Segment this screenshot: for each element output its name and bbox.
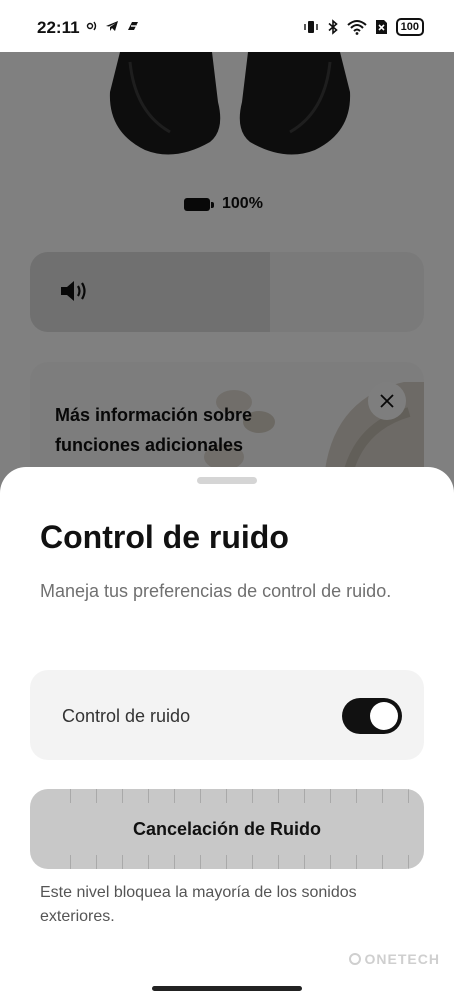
noise-control-toggle-label: Control de ruido — [62, 706, 191, 726]
slider-tick — [278, 789, 279, 803]
system-icons: 100 — [303, 18, 424, 36]
slider-tick — [200, 789, 201, 803]
drag-handle[interactable] — [197, 477, 257, 484]
noise-control-toggle-row[interactable]: Control de ruido — [30, 670, 424, 760]
slider-tick — [356, 855, 357, 869]
slider-tick — [278, 855, 279, 869]
slider-tick — [330, 855, 331, 869]
slider-tick — [382, 789, 383, 803]
slider-tick — [174, 855, 175, 869]
slider-tick — [70, 855, 71, 869]
watermark: ONETECH — [348, 951, 440, 967]
slider-tick — [122, 855, 123, 869]
slider-tick — [408, 789, 409, 803]
slider-tick — [408, 855, 409, 869]
status-time: 22:11 — [37, 18, 80, 37]
slider-tick — [226, 855, 227, 869]
slider-tick — [226, 789, 227, 803]
sim-off-icon — [375, 20, 387, 34]
noise-mode-description: Este nivel bloquea la mayoría de los son… — [40, 884, 357, 925]
battery-indicator: 100 — [395, 18, 424, 36]
sheet-description: Maneja tus preferencias de control de ru… — [40, 581, 392, 601]
home-indicator[interactable] — [152, 986, 302, 991]
app-icon — [128, 22, 138, 30]
bluetooth-icon — [328, 19, 338, 35]
slider-tick — [148, 789, 149, 803]
slider-tick — [174, 789, 175, 803]
noise-mode-label: Cancelación de Ruido — [132, 819, 322, 839]
noise-control-toggle[interactable] — [342, 698, 402, 734]
slider-tick — [304, 789, 305, 803]
watermark-logo-icon — [348, 953, 361, 965]
slider-tick — [252, 855, 253, 869]
noise-control-sheet: Control de ruido Maneja tus preferencias… — [0, 467, 454, 1000]
slider-tick — [330, 789, 331, 803]
sheet-title: Control de ruido — [40, 519, 289, 555]
toggle-knob — [370, 702, 398, 730]
slider-tick — [304, 855, 305, 869]
vibrate-icon — [303, 21, 318, 33]
slider-tick — [96, 789, 97, 803]
slider-tick — [200, 855, 201, 869]
slider-tick — [382, 855, 383, 869]
wifi-icon — [346, 20, 367, 35]
status-bar: 22:11 100 — [0, 0, 454, 52]
watermark-text: ONETECH — [364, 951, 440, 967]
slider-tick — [148, 855, 149, 869]
slider-tick — [70, 789, 71, 803]
telegram-icon — [106, 21, 118, 31]
notification-icons — [86, 20, 140, 32]
nfc-icon — [86, 21, 97, 31]
slider-tick — [252, 789, 253, 803]
slider-tick — [96, 855, 97, 869]
slider-tick — [356, 789, 357, 803]
slider-tick — [122, 789, 123, 803]
noise-mode-slider[interactable]: Cancelación de Ruido — [30, 789, 424, 869]
